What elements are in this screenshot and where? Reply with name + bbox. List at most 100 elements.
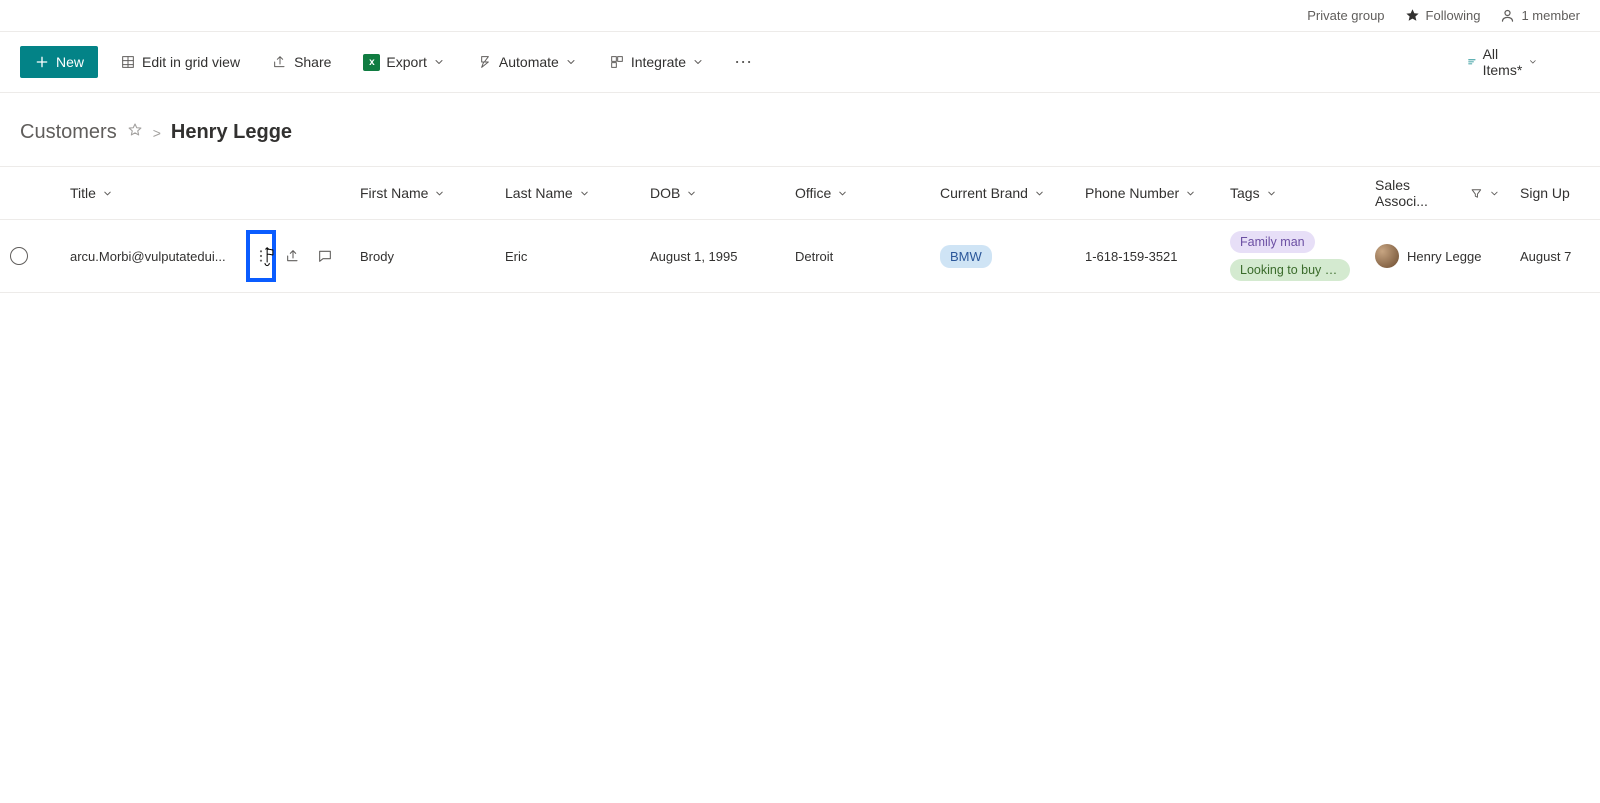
site-info-bar: Private group Following 1 member <box>0 0 1600 32</box>
brand-pill: BMW <box>940 245 992 268</box>
item-comment-button[interactable] <box>310 230 340 282</box>
share-label: Share <box>294 54 331 70</box>
col-phone[interactable]: Phone Number <box>1075 166 1220 219</box>
row-select[interactable] <box>0 219 60 293</box>
new-label: New <box>56 54 84 70</box>
assoc-name: Henry Legge <box>1407 249 1481 264</box>
first-name-value: Brody <box>360 249 394 264</box>
follow-toggle[interactable]: Following <box>1405 8 1481 23</box>
breadcrumb-leaf: Henry Legge <box>171 121 292 144</box>
integrate-label: Integrate <box>631 54 686 70</box>
chevron-down-icon <box>434 188 445 199</box>
col-tags[interactable]: Tags <box>1220 166 1365 219</box>
signup-value: August 7 <box>1520 249 1571 264</box>
list-lines-icon <box>1467 57 1477 67</box>
title-value: arcu.Morbi@vulputatedui... <box>70 249 226 264</box>
col-brand[interactable]: Current Brand <box>930 166 1075 219</box>
item-share-button[interactable] <box>278 230 308 282</box>
chevron-down-icon <box>1266 188 1277 199</box>
edit-grid-label: Edit in grid view <box>142 54 240 70</box>
select-circle-icon <box>10 247 28 265</box>
tag-pill: Looking to buy s... <box>1230 259 1350 281</box>
col-assoc[interactable]: Sales Associ... <box>1365 166 1510 219</box>
automate-button[interactable]: Automate <box>467 48 587 76</box>
breadcrumb-root[interactable]: Customers <box>20 121 117 144</box>
row-phone: 1-618-159-3521 <box>1075 219 1220 293</box>
row-dob: August 1, 1995 <box>640 219 785 293</box>
following-label: Following <box>1426 8 1481 23</box>
share-button[interactable]: Share <box>262 48 341 76</box>
avatar <box>1375 244 1399 268</box>
export-label: Export <box>386 54 426 70</box>
phone-value: 1-618-159-3521 <box>1085 249 1178 264</box>
chevron-down-icon <box>1034 188 1045 199</box>
flow-icon <box>477 54 493 70</box>
star-outline-icon <box>127 122 143 138</box>
share-arrow-icon <box>285 248 301 264</box>
filter-applied-icon <box>1470 187 1483 200</box>
privacy-label: Private group <box>1307 8 1384 23</box>
new-button[interactable]: New <box>20 46 98 78</box>
favorite-toggle[interactable] <box>127 121 143 144</box>
col-dob-label: DOB <box>650 185 680 201</box>
chevron-down-icon <box>1185 188 1196 199</box>
grid-icon <box>120 54 136 70</box>
chevron-down-icon <box>692 56 704 68</box>
tag-pill: Family man <box>1230 231 1315 253</box>
col-phone-label: Phone Number <box>1085 185 1179 201</box>
col-signup-label: Sign Up <box>1520 185 1570 201</box>
breadcrumb: Customers > Henry Legge <box>0 93 1600 166</box>
integrate-button[interactable]: Integrate <box>599 48 714 76</box>
col-first-name[interactable]: First Name <box>350 166 495 219</box>
row-signup: August 7 <box>1510 219 1600 293</box>
command-bar: New Edit in grid view Share x Export Aut… <box>0 32 1600 93</box>
view-selector[interactable]: All Items* <box>1461 42 1544 82</box>
col-last-name[interactable]: Last Name <box>495 166 640 219</box>
chevron-down-icon <box>686 188 697 199</box>
col-last-name-label: Last Name <box>505 185 573 201</box>
more-actions-button[interactable]: ⋯ <box>726 48 760 77</box>
row-tags: Family man Looking to buy s... <box>1220 219 1365 293</box>
app-icon <box>609 54 625 70</box>
chevron-down-icon <box>102 188 113 199</box>
col-office-label: Office <box>795 185 831 201</box>
col-signup[interactable]: Sign Up <box>1510 166 1600 219</box>
row-office: Detroit <box>785 219 930 293</box>
breadcrumb-separator: > <box>153 125 161 141</box>
members-label: 1 member <box>1521 8 1580 23</box>
automate-label: Automate <box>499 54 559 70</box>
row-brand: BMW <box>930 219 1075 293</box>
chevron-down-icon <box>433 56 445 68</box>
row-assoc: Henry Legge <box>1365 219 1510 293</box>
person-icon <box>1500 8 1515 23</box>
col-title[interactable]: Title <box>60 166 350 219</box>
more-vertical-icon <box>253 248 269 264</box>
col-dob[interactable]: DOB <box>640 166 785 219</box>
plus-icon <box>34 54 50 70</box>
star-filled-icon <box>1405 8 1420 23</box>
col-office[interactable]: Office <box>785 166 930 219</box>
edit-grid-button[interactable]: Edit in grid view <box>110 48 250 76</box>
col-brand-label: Current Brand <box>940 185 1028 201</box>
col-assoc-label: Sales Associ... <box>1375 177 1464 209</box>
row-title[interactable]: arcu.Morbi@vulputatedui... <box>60 219 350 293</box>
members-button[interactable]: 1 member <box>1500 8 1580 23</box>
dob-value: August 1, 1995 <box>650 249 737 264</box>
col-title-label: Title <box>70 185 96 201</box>
chevron-down-icon <box>1528 57 1538 67</box>
item-menu-button[interactable] <box>246 230 276 282</box>
col-first-name-label: First Name <box>360 185 428 201</box>
list-grid: Title First Name Last Name DOB Office Cu… <box>0 166 1600 293</box>
comment-icon <box>317 248 333 264</box>
row-last-name: Eric <box>495 219 640 293</box>
row-first-name: Brody <box>350 219 495 293</box>
chevron-down-icon <box>837 188 848 199</box>
office-value: Detroit <box>795 249 833 264</box>
share-icon <box>272 54 288 70</box>
chevron-down-icon <box>579 188 590 199</box>
chevron-down-icon <box>1489 188 1500 199</box>
excel-icon: x <box>363 54 380 71</box>
export-button[interactable]: x Export <box>353 48 454 77</box>
chevron-down-icon <box>565 56 577 68</box>
col-select <box>0 166 60 219</box>
